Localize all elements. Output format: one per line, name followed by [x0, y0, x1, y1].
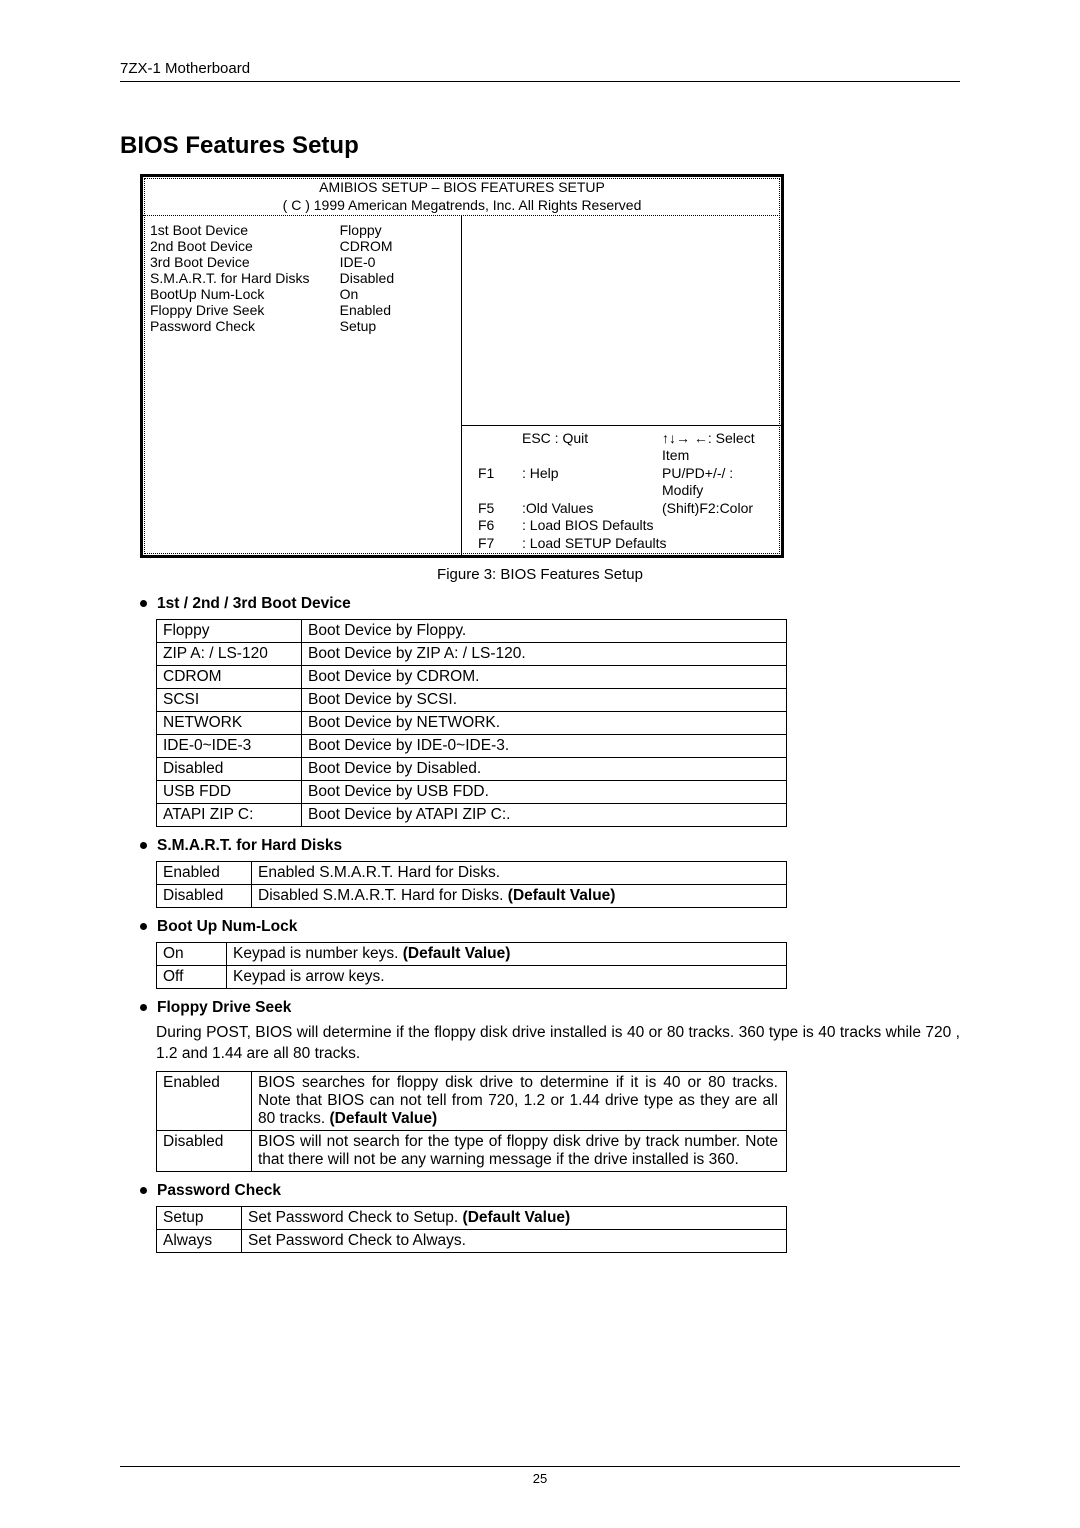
default-value-label: (Default Value) — [508, 887, 616, 904]
page: 7ZX-1 Motherboard BIOS Features Setup AM… — [0, 0, 1080, 1528]
bios-body: 1st Boot DeviceFloppy 2nd Boot DeviceCDR… — [142, 216, 782, 556]
table-row: OffKeypad is arrow keys. — [157, 966, 787, 989]
bios-setting-row: S.M.A.R.T. for Hard DisksDisabled — [150, 270, 451, 286]
table-row: NETWORKBoot Device by NETWORK. — [157, 712, 787, 735]
figure-caption: Figure 3: BIOS Features Setup — [120, 566, 960, 583]
numlock-table: OnKeypad is number keys. (Default Value)… — [156, 942, 787, 989]
bios-setting-row: 1st Boot DeviceFloppy — [150, 222, 451, 238]
default-value-label: (Default Value) — [330, 1110, 438, 1127]
running-header: 7ZX-1 Motherboard — [120, 60, 960, 82]
table-row: SetupSet Password Check to Setup. (Defau… — [157, 1206, 787, 1229]
bullet-numlock: Boot Up Num-Lock — [120, 918, 960, 936]
bullet-icon — [140, 923, 147, 930]
table-row: CDROMBoot Device by CDROM. — [157, 666, 787, 689]
bullet-password: Password Check — [120, 1182, 960, 1200]
table-row: ZIP A: / LS-120Boot Device by ZIP A: / L… — [157, 643, 787, 666]
table-row: OnKeypad is number keys. (Default Value) — [157, 943, 787, 966]
table-row: USB FDDBoot Device by USB FDD. — [157, 781, 787, 804]
boot-device-table: FloppyBoot Device by Floppy. ZIP A: / LS… — [156, 619, 787, 827]
table-row: FloppyBoot Device by Floppy. — [157, 620, 787, 643]
bios-setup-box: AMIBIOS SETUP – BIOS FEATURES SETUP ( C … — [140, 174, 784, 558]
table-row: ATAPI ZIP C:Boot Device by ATAPI ZIP C:. — [157, 804, 787, 827]
bullet-smart: S.M.A.R.T. for Hard Disks — [120, 837, 960, 855]
table-row: SCSIBoot Device by SCSI. — [157, 689, 787, 712]
bios-help-keys: ESC : Quit↑↓→ ←: Select Item F1: HelpPU/… — [462, 425, 782, 557]
bullet-icon — [140, 1187, 147, 1194]
smart-table: EnabledEnabled S.M.A.R.T. Hard for Disks… — [156, 861, 787, 908]
table-row: DisabledBoot Device by Disabled. — [157, 758, 787, 781]
bullet-icon — [140, 842, 147, 849]
table-row: DisabledBIOS will not search for the typ… — [157, 1130, 787, 1171]
bios-setting-row: 3rd Boot DeviceIDE-0 — [150, 254, 451, 270]
bullet-floppy-seek: Floppy Drive Seek — [120, 999, 960, 1017]
bullet-icon — [140, 1004, 147, 1011]
page-footer: 25 — [120, 1466, 960, 1486]
bios-setting-row: BootUp Num-LockOn — [150, 286, 451, 302]
floppy-seek-paragraph: During POST, BIOS will determine if the … — [156, 1023, 960, 1065]
bios-help-pane: ESC : Quit↑↓→ ←: Select Item F1: HelpPU/… — [462, 216, 782, 556]
default-value-label: (Default Value) — [403, 945, 511, 962]
bios-setting-row: Floppy Drive SeekEnabled — [150, 302, 451, 318]
table-row: AlwaysSet Password Check to Always. — [157, 1229, 787, 1252]
bullet-boot-device: 1st / 2nd / 3rd Boot Device — [120, 595, 960, 613]
table-row: EnabledBIOS searches for floppy disk dri… — [157, 1071, 787, 1130]
password-check-table: SetupSet Password Check to Setup. (Defau… — [156, 1206, 787, 1253]
bios-setting-row: 2nd Boot DeviceCDROM — [150, 238, 451, 254]
table-row: IDE-0~IDE-3Boot Device by IDE-0~IDE-3. — [157, 735, 787, 758]
table-row: DisabledDisabled S.M.A.R.T. Hard for Dis… — [157, 885, 787, 908]
page-number: 25 — [533, 1471, 547, 1486]
bullet-icon — [140, 600, 147, 607]
bios-title-line2: ( C ) 1999 American Megatrends, Inc. All… — [150, 197, 774, 215]
bios-title-line1: AMIBIOS SETUP – BIOS FEATURES SETUP — [150, 179, 774, 197]
bios-box-title: AMIBIOS SETUP – BIOS FEATURES SETUP ( C … — [142, 176, 782, 216]
table-row: EnabledEnabled S.M.A.R.T. Hard for Disks… — [157, 862, 787, 885]
bios-setting-row: Password CheckSetup — [150, 318, 451, 334]
section-title: BIOS Features Setup — [120, 132, 960, 160]
content: 1st / 2nd / 3rd Boot Device FloppyBoot D… — [120, 595, 960, 1253]
floppy-seek-table: EnabledBIOS searches for floppy disk dri… — [156, 1071, 787, 1172]
default-value-label: (Default Value) — [463, 1209, 571, 1226]
bios-settings-pane: 1st Boot DeviceFloppy 2nd Boot DeviceCDR… — [142, 216, 462, 556]
